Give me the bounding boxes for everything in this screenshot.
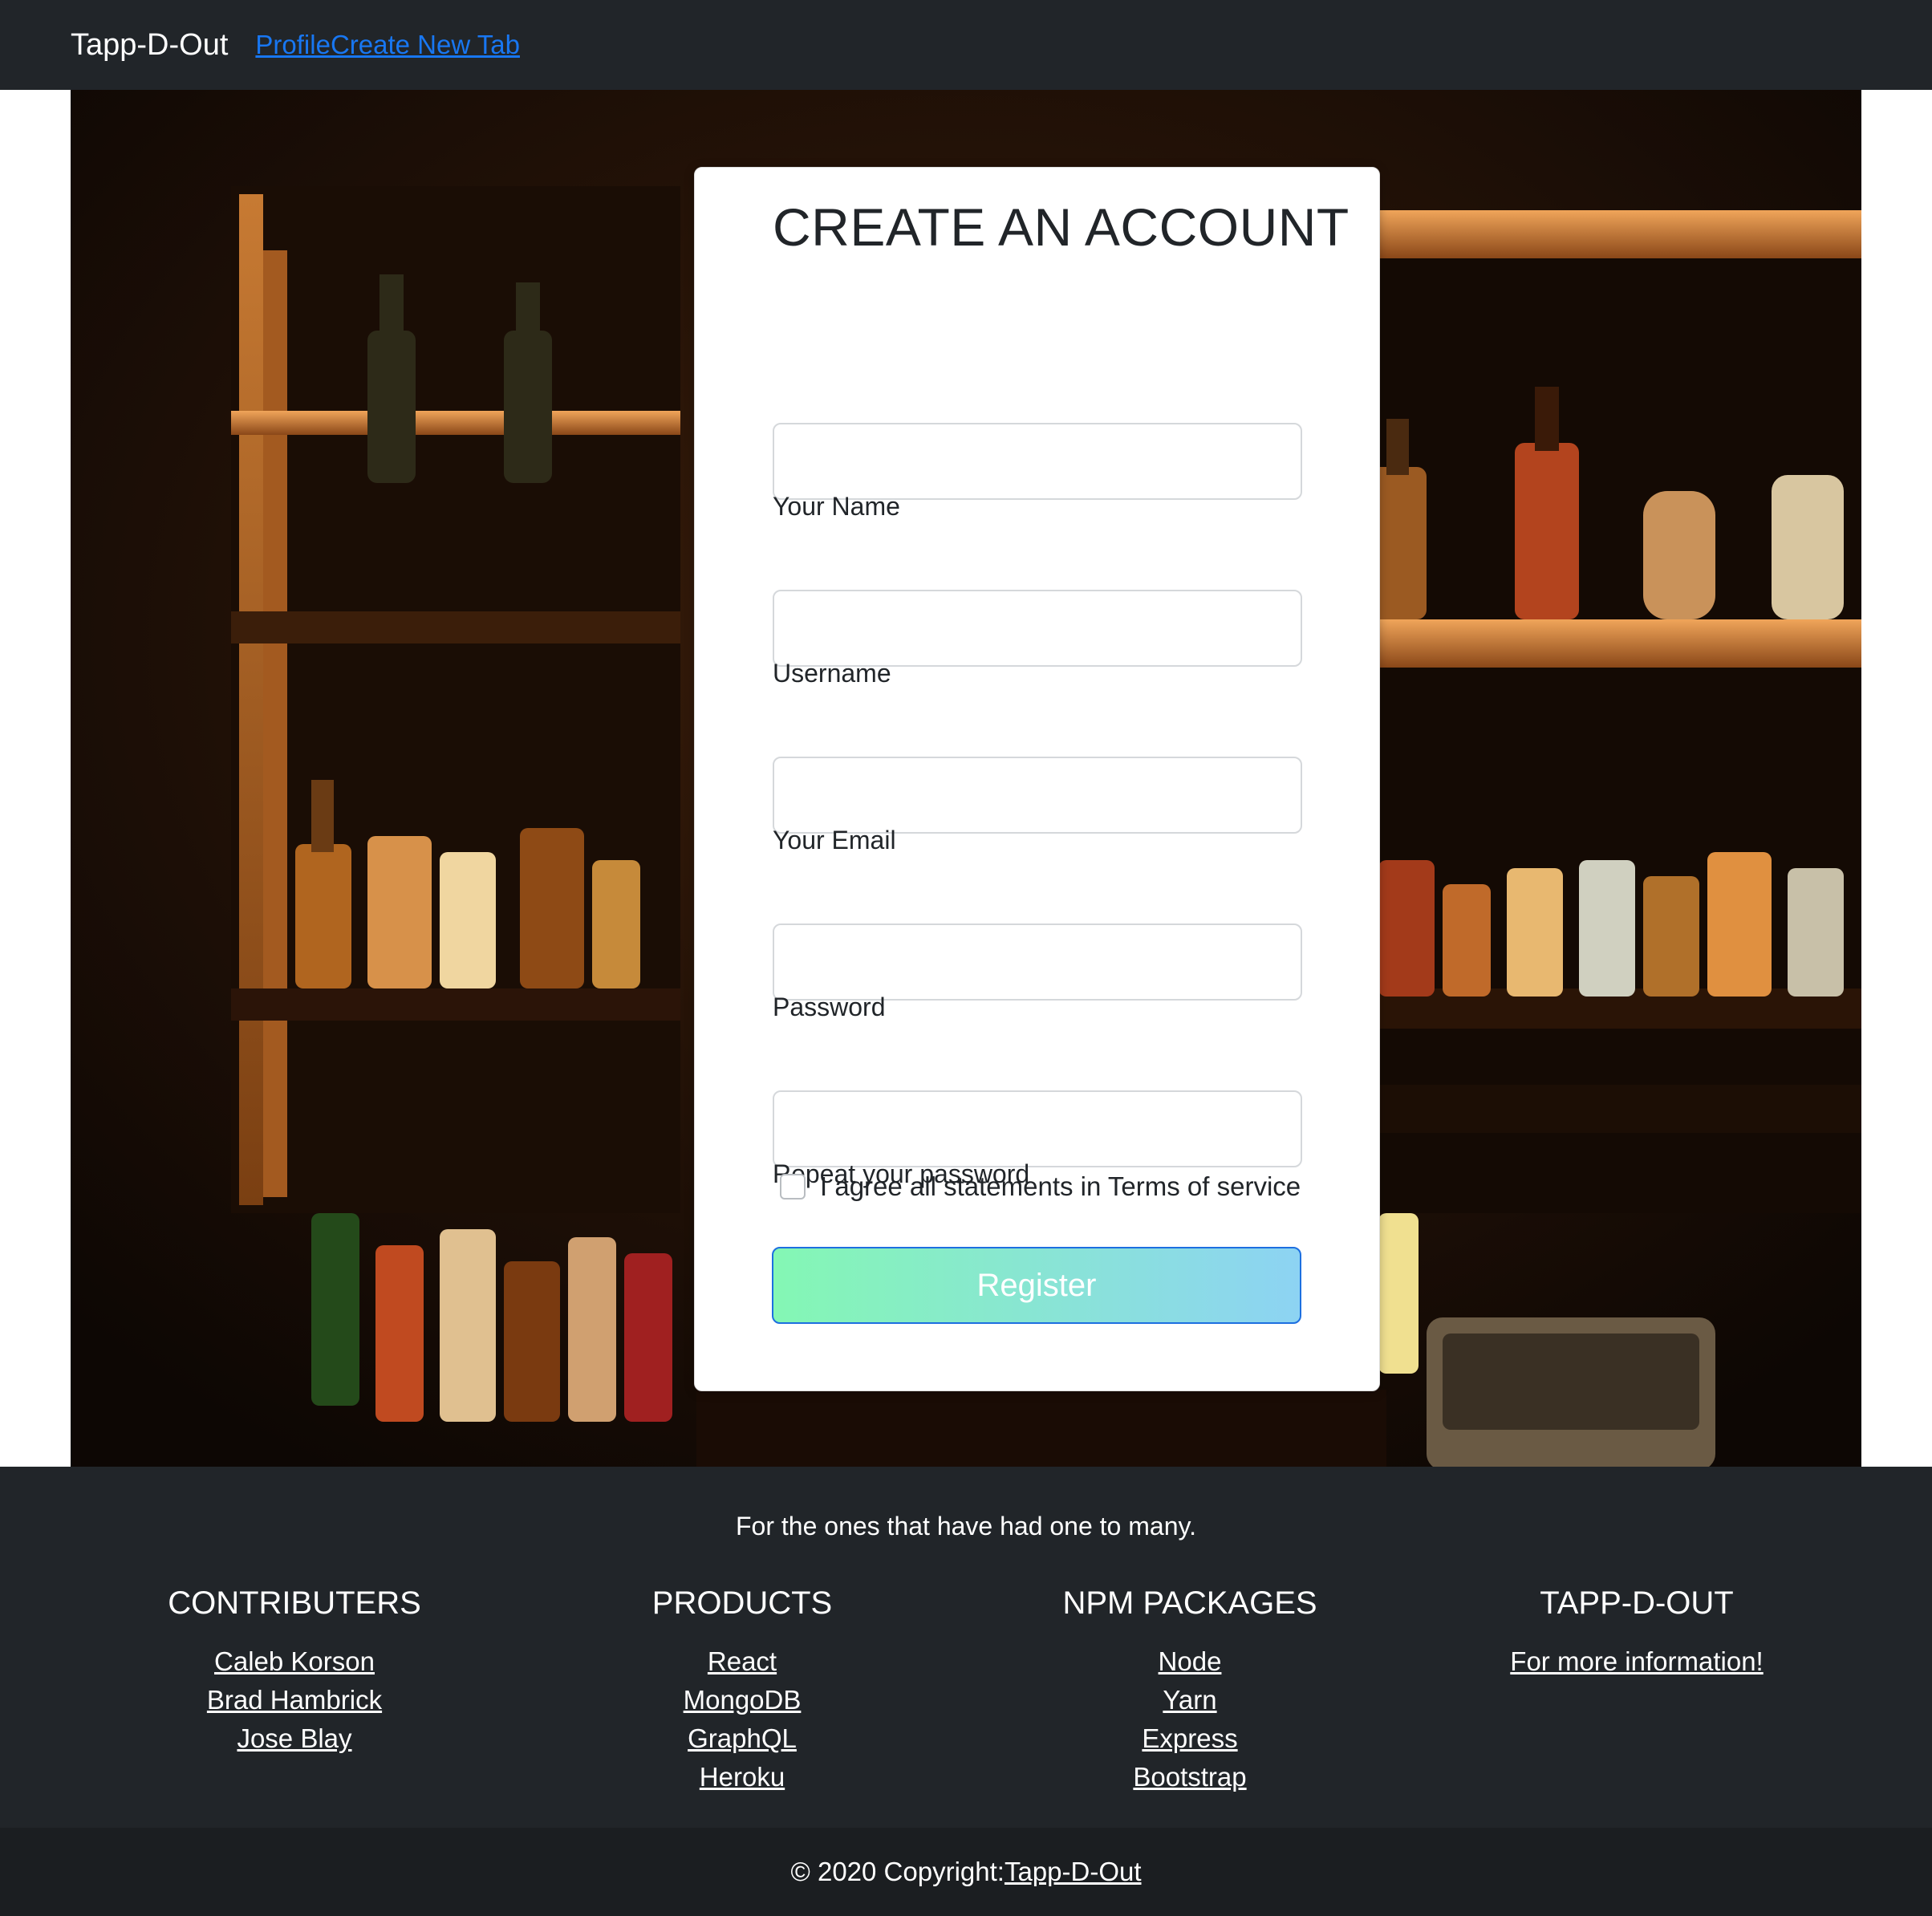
footer-link-jose-blay[interactable]: Jose Blay xyxy=(94,1719,495,1758)
username-label: Username xyxy=(773,659,891,688)
footer-column-products: PRODUCTS React MongoDB GraphQL Heroku xyxy=(542,1585,943,1796)
footer-heading: CONTRIBUTERS xyxy=(168,1585,421,1621)
footer-link-caleb-korson[interactable]: Caleb Korson xyxy=(94,1642,495,1681)
footer-link-heroku[interactable]: Heroku xyxy=(542,1758,943,1796)
name-label: Your Name xyxy=(773,492,900,521)
terms-label: I agree all statements in Terms of servi… xyxy=(820,1171,1301,1201)
nav-link-profile[interactable]: Profile xyxy=(255,30,331,60)
copyright-text: © 2020 Copyright: xyxy=(790,1857,1005,1886)
top-navbar: Tapp-D-Out Profile Create New Tab xyxy=(0,0,1932,90)
copyright-bar: © 2020 Copyright: Tapp-D-Out xyxy=(0,1828,1932,1916)
footer-heading: TAPP-D-OUT xyxy=(1540,1585,1734,1621)
footer-heading: PRODUCTS xyxy=(651,1585,833,1621)
register-card: CREATE AN ACCOUNT Your Name Username You… xyxy=(694,167,1380,1391)
page-title: CREATE AN ACCOUNT xyxy=(773,197,1350,257)
footer-link-bootstrap[interactable]: Bootstrap xyxy=(989,1758,1390,1796)
nav-link-create-new-tab[interactable]: Create New Tab xyxy=(331,30,520,60)
footer-column-npm-packages: NPM PACKAGES Node Yarn Express Bootstrap xyxy=(989,1585,1390,1796)
brand-link[interactable]: Tapp-D-Out xyxy=(71,28,228,63)
footer-tagline: For the ones that have had one to many. xyxy=(736,1512,1196,1541)
footer-link-graphql[interactable]: GraphQL xyxy=(542,1719,943,1758)
footer-link-yarn[interactable]: Yarn xyxy=(989,1681,1390,1719)
footer-link-react[interactable]: React xyxy=(542,1642,943,1681)
footer: For the ones that have had one to many. … xyxy=(0,1467,1932,1828)
repeat-password-input[interactable] xyxy=(773,1090,1302,1167)
password-label: Password xyxy=(773,993,886,1021)
footer-column-contributers: CONTRIBUTERS Caleb Korson Brad Hambrick … xyxy=(94,1585,495,1758)
terms-row: I agree all statements in Terms of servi… xyxy=(780,1171,1301,1202)
footer-column-tapp-d-out: TAPP-D-OUT For more information! xyxy=(1436,1585,1837,1681)
register-button[interactable]: Register xyxy=(772,1247,1301,1324)
terms-checkbox[interactable] xyxy=(780,1174,806,1200)
footer-link-node[interactable]: Node xyxy=(989,1642,1390,1681)
footer-link-express[interactable]: Express xyxy=(989,1719,1390,1758)
email-input[interactable] xyxy=(773,757,1302,834)
name-input[interactable] xyxy=(773,423,1302,500)
copyright-link[interactable]: Tapp-D-Out xyxy=(1005,1857,1142,1887)
footer-link-more-information[interactable]: For more information! xyxy=(1436,1642,1837,1681)
password-input[interactable] xyxy=(773,923,1302,1001)
footer-link-brad-hambrick[interactable]: Brad Hambrick xyxy=(94,1681,495,1719)
email-label: Your Email xyxy=(773,826,896,854)
footer-link-mongodb[interactable]: MongoDB xyxy=(542,1681,943,1719)
username-input[interactable] xyxy=(773,590,1302,667)
footer-heading: NPM PACKAGES xyxy=(1062,1585,1317,1621)
